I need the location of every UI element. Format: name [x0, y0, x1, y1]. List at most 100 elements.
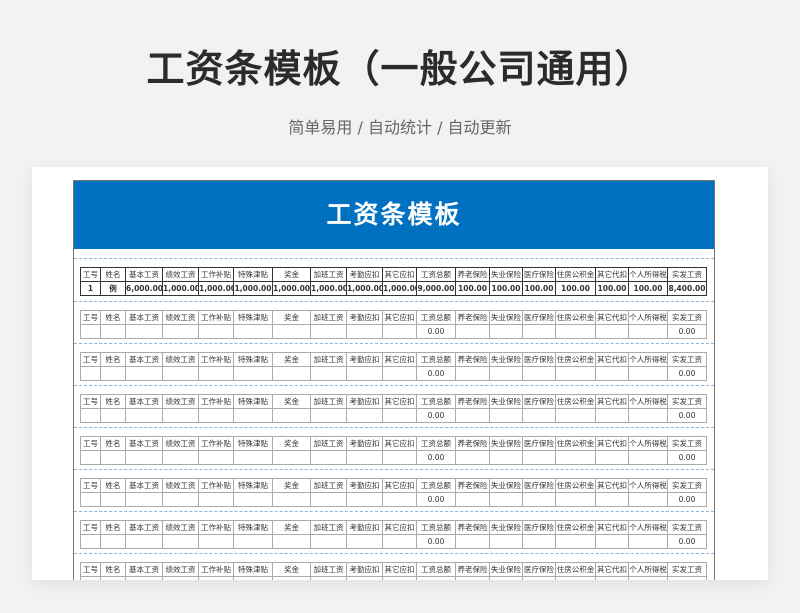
value-cell[interactable]: [100, 576, 126, 580]
value-cell[interactable]: [272, 534, 311, 549]
value-cell[interactable]: [555, 576, 596, 580]
value-cell[interactable]: 9,000.00: [416, 281, 456, 296]
value-cell[interactable]: [198, 492, 234, 507]
value-cell[interactable]: [310, 534, 347, 549]
value-cell[interactable]: [162, 366, 199, 381]
value-cell[interactable]: 100.00: [489, 281, 523, 296]
value-cell[interactable]: 0.00: [667, 492, 707, 507]
value-cell[interactable]: [162, 450, 199, 465]
value-cell[interactable]: 0.00: [416, 492, 456, 507]
value-cell[interactable]: [455, 324, 490, 339]
value-cell[interactable]: 1,000.00: [162, 281, 199, 296]
value-cell[interactable]: [272, 366, 311, 381]
value-cell[interactable]: [233, 366, 273, 381]
value-cell[interactable]: [162, 408, 199, 423]
value-cell[interactable]: [272, 408, 311, 423]
value-cell[interactable]: [455, 492, 490, 507]
value-cell[interactable]: [233, 576, 273, 580]
value-cell[interactable]: [272, 492, 311, 507]
value-cell[interactable]: [346, 576, 383, 580]
value-cell[interactable]: [382, 450, 417, 465]
value-cell[interactable]: [522, 534, 556, 549]
value-cell[interactable]: [522, 366, 556, 381]
value-cell[interactable]: 0.00: [416, 408, 456, 423]
value-cell[interactable]: [489, 366, 523, 381]
value-cell[interactable]: [272, 576, 311, 580]
value-cell[interactable]: 0.00: [416, 576, 456, 580]
value-cell[interactable]: [198, 324, 234, 339]
value-cell[interactable]: [310, 450, 347, 465]
value-cell[interactable]: [198, 366, 234, 381]
value-cell[interactable]: [555, 408, 596, 423]
value-cell[interactable]: [125, 324, 163, 339]
value-cell[interactable]: [233, 408, 273, 423]
value-cell[interactable]: [522, 492, 556, 507]
value-cell[interactable]: [382, 324, 417, 339]
value-cell[interactable]: [555, 366, 596, 381]
value-cell[interactable]: [628, 576, 668, 580]
value-cell[interactable]: [162, 324, 199, 339]
value-cell[interactable]: [310, 408, 347, 423]
value-cell[interactable]: 6,000.00: [125, 281, 163, 296]
value-cell[interactable]: [80, 576, 101, 580]
value-cell[interactable]: [382, 534, 417, 549]
value-cell[interactable]: [595, 408, 629, 423]
value-cell[interactable]: [125, 576, 163, 580]
value-cell[interactable]: [489, 534, 523, 549]
value-cell[interactable]: 0.00: [667, 324, 707, 339]
value-cell[interactable]: [80, 534, 101, 549]
value-cell[interactable]: 1,000.00: [382, 281, 417, 296]
value-cell[interactable]: [628, 534, 668, 549]
value-cell[interactable]: 1,000.00: [272, 281, 311, 296]
value-cell[interactable]: 1,000.00: [233, 281, 273, 296]
value-cell[interactable]: [628, 366, 668, 381]
value-cell[interactable]: [233, 450, 273, 465]
value-cell[interactable]: 0.00: [667, 450, 707, 465]
value-cell[interactable]: 100.00: [555, 281, 596, 296]
value-cell[interactable]: [80, 408, 101, 423]
value-cell[interactable]: [346, 534, 383, 549]
value-cell[interactable]: 0.00: [416, 324, 456, 339]
value-cell[interactable]: [310, 492, 347, 507]
value-cell[interactable]: 8,400.00: [667, 281, 707, 296]
value-cell[interactable]: [455, 576, 490, 580]
value-cell[interactable]: [198, 576, 234, 580]
value-cell[interactable]: [455, 450, 490, 465]
value-cell[interactable]: 1,000.00: [346, 281, 383, 296]
value-cell[interactable]: [455, 366, 490, 381]
value-cell[interactable]: [555, 324, 596, 339]
value-cell[interactable]: [382, 366, 417, 381]
value-cell[interactable]: [595, 534, 629, 549]
value-cell[interactable]: 0.00: [667, 576, 707, 580]
value-cell[interactable]: 0.00: [667, 366, 707, 381]
value-cell[interactable]: [310, 324, 347, 339]
value-cell[interactable]: [382, 492, 417, 507]
value-cell[interactable]: 1,000.00: [198, 281, 234, 296]
value-cell[interactable]: [595, 324, 629, 339]
value-cell[interactable]: [382, 408, 417, 423]
value-cell[interactable]: [489, 324, 523, 339]
value-cell[interactable]: 100.00: [455, 281, 490, 296]
value-cell[interactable]: 1: [80, 281, 101, 296]
value-cell[interactable]: [272, 324, 311, 339]
value-cell[interactable]: [233, 492, 273, 507]
value-cell[interactable]: [198, 408, 234, 423]
value-cell[interactable]: [595, 450, 629, 465]
value-cell[interactable]: [522, 576, 556, 580]
value-cell[interactable]: [489, 450, 523, 465]
value-cell[interactable]: [125, 534, 163, 549]
value-cell[interactable]: 0.00: [416, 366, 456, 381]
value-cell[interactable]: [198, 450, 234, 465]
value-cell[interactable]: [555, 534, 596, 549]
value-cell[interactable]: [595, 576, 629, 580]
value-cell[interactable]: [125, 408, 163, 423]
value-cell[interactable]: [125, 492, 163, 507]
value-cell[interactable]: [100, 492, 126, 507]
value-cell[interactable]: [555, 450, 596, 465]
value-cell[interactable]: [522, 450, 556, 465]
value-cell[interactable]: [455, 408, 490, 423]
value-cell[interactable]: [100, 366, 126, 381]
value-cell[interactable]: 1,000.00: [310, 281, 347, 296]
value-cell[interactable]: [346, 366, 383, 381]
value-cell[interactable]: [489, 576, 523, 580]
